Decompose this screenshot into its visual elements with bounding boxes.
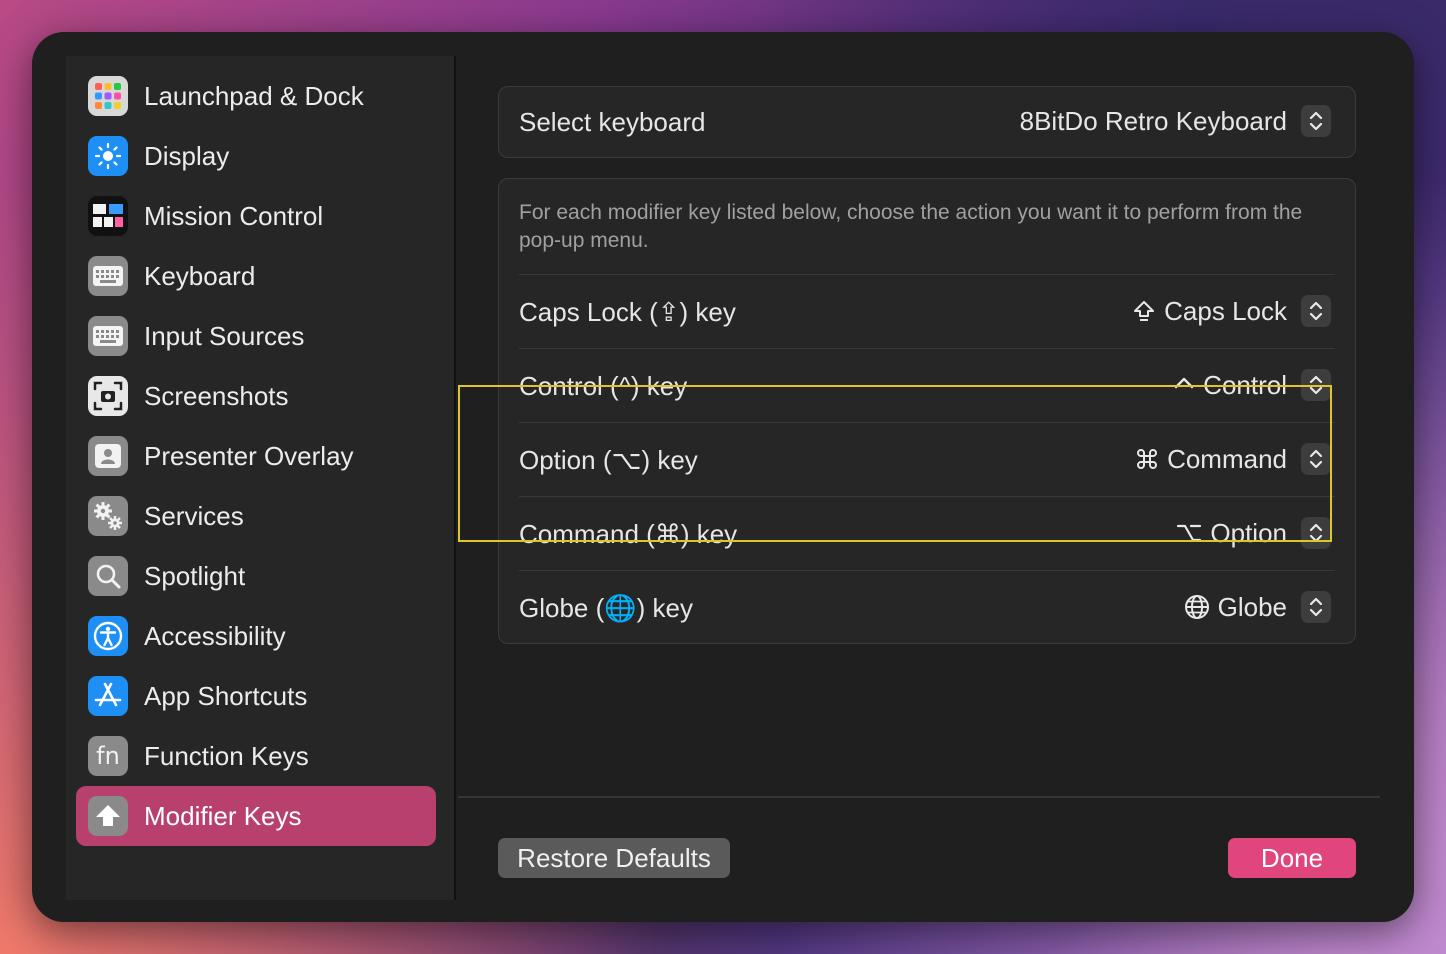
sidebar-item-app-shortcuts[interactable]: App Shortcuts xyxy=(76,666,436,726)
modifier-keys-panel: For each modifier key listed below, choo… xyxy=(498,178,1356,644)
sidebar-item-label: Mission Control xyxy=(144,200,324,231)
display-icon xyxy=(88,136,128,176)
sidebar-item-mission-control[interactable]: Mission Control xyxy=(76,186,436,246)
chevron-up-down-icon xyxy=(1301,591,1331,623)
sidebar-item-screenshots[interactable]: Screenshots xyxy=(76,366,436,426)
sidebar-item-label: Function Keys xyxy=(144,740,309,771)
select-keyboard-panel: Select keyboard 8BitDo Retro Keyboard xyxy=(498,86,1356,158)
chevron-up-down-icon xyxy=(1301,295,1331,327)
modifier-description: For each modifier key listed below, choo… xyxy=(519,201,1303,252)
sidebar-item-spotlight[interactable]: Spotlight xyxy=(76,546,436,606)
accessibility-icon xyxy=(88,616,128,656)
row-divider xyxy=(519,274,1335,275)
mission-control-icon xyxy=(88,196,128,236)
select-keyboard-popup[interactable]: 8BitDo Retro Keyboard xyxy=(1020,105,1331,137)
spotlight-icon xyxy=(88,556,128,596)
option-icon xyxy=(1176,521,1202,545)
command-value: Option xyxy=(1210,517,1287,548)
sidebar: Launchpad & Dock Display Mission Control… xyxy=(66,56,456,900)
row-divider xyxy=(519,422,1335,423)
caps-lock-icon xyxy=(1132,299,1156,323)
command-popup[interactable]: Option xyxy=(1176,517,1331,549)
sidebar-item-input-sources[interactable]: Input Sources xyxy=(76,306,436,366)
presenter-overlay-icon xyxy=(88,436,128,476)
settings-window: Launchpad & Dock Display Mission Control… xyxy=(32,32,1414,922)
control-icon xyxy=(1173,373,1195,397)
sidebar-item-label: App Shortcuts xyxy=(144,680,308,711)
keyboard-icon xyxy=(88,256,128,296)
sidebar-item-label: Services xyxy=(144,500,244,531)
chevron-up-down-icon xyxy=(1301,443,1331,475)
modifier-keys-icon xyxy=(88,796,128,836)
command-label: Command (⌘) key xyxy=(519,519,738,549)
globe-popup[interactable]: Globe xyxy=(1184,591,1331,623)
caps-lock-label: Caps Lock (⇪) key xyxy=(519,297,736,327)
input-sources-icon xyxy=(88,316,128,356)
control-popup[interactable]: Control xyxy=(1173,369,1331,401)
option-value: Command xyxy=(1167,443,1287,474)
globe-label: Globe (🌐) key xyxy=(519,593,693,623)
caps-lock-popup[interactable]: Caps Lock xyxy=(1132,295,1331,327)
option-popup[interactable]: Command xyxy=(1135,443,1331,475)
chevron-up-down-icon xyxy=(1301,369,1331,401)
footer-divider xyxy=(458,796,1380,798)
sidebar-item-label: Launchpad & Dock xyxy=(144,80,364,111)
caps-lock-value: Caps Lock xyxy=(1164,295,1287,326)
sidebar-item-launchpad-dock[interactable]: Launchpad & Dock xyxy=(76,66,436,126)
sidebar-item-label: Modifier Keys xyxy=(144,800,302,831)
sidebar-item-services[interactable]: Services xyxy=(76,486,436,546)
sidebar-item-modifier-keys[interactable]: Modifier Keys xyxy=(76,786,436,846)
row-divider xyxy=(519,570,1335,571)
main-content: Select keyboard 8BitDo Retro Keyboard Fo… xyxy=(458,32,1414,922)
select-keyboard-value: 8BitDo Retro Keyboard xyxy=(1019,105,1287,136)
services-icon xyxy=(88,496,128,536)
sidebar-item-label: Keyboard xyxy=(144,260,256,291)
screenshots-icon xyxy=(88,376,128,416)
row-divider xyxy=(519,348,1335,349)
row-divider xyxy=(519,496,1335,497)
restore-defaults-button[interactable]: Restore Defaults xyxy=(498,838,730,878)
control-value: Control xyxy=(1203,369,1287,400)
control-label: Control (^) key xyxy=(519,371,688,401)
sidebar-item-function-keys[interactable]: fn Function Keys xyxy=(76,726,436,786)
sidebar-item-label: Presenter Overlay xyxy=(144,440,354,471)
sidebar-item-label: Accessibility xyxy=(144,620,286,651)
chevron-up-down-icon xyxy=(1301,105,1331,137)
function-keys-icon: fn xyxy=(88,736,128,776)
sidebar-item-keyboard[interactable]: Keyboard xyxy=(76,246,436,306)
chevron-up-down-icon xyxy=(1301,517,1331,549)
command-icon xyxy=(1135,447,1159,471)
select-keyboard-label: Select keyboard xyxy=(519,107,706,137)
launchpad-icon xyxy=(88,76,128,116)
sidebar-item-label: Spotlight xyxy=(144,560,246,591)
sidebar-item-label: Display xyxy=(144,140,230,171)
fn-glyph: fn xyxy=(96,742,120,770)
sidebar-item-label: Input Sources xyxy=(144,320,305,351)
sidebar-item-label: Screenshots xyxy=(144,380,289,411)
option-label: Option (⌥) key xyxy=(519,445,698,475)
sidebar-item-presenter-overlay[interactable]: Presenter Overlay xyxy=(76,426,436,486)
globe-value: Globe xyxy=(1217,591,1287,622)
sidebar-item-display[interactable]: Display xyxy=(76,126,436,186)
sidebar-item-accessibility[interactable]: Accessibility xyxy=(76,606,436,666)
app-shortcuts-icon xyxy=(88,676,128,716)
done-button[interactable]: Done xyxy=(1228,838,1356,878)
globe-icon xyxy=(1184,594,1210,620)
